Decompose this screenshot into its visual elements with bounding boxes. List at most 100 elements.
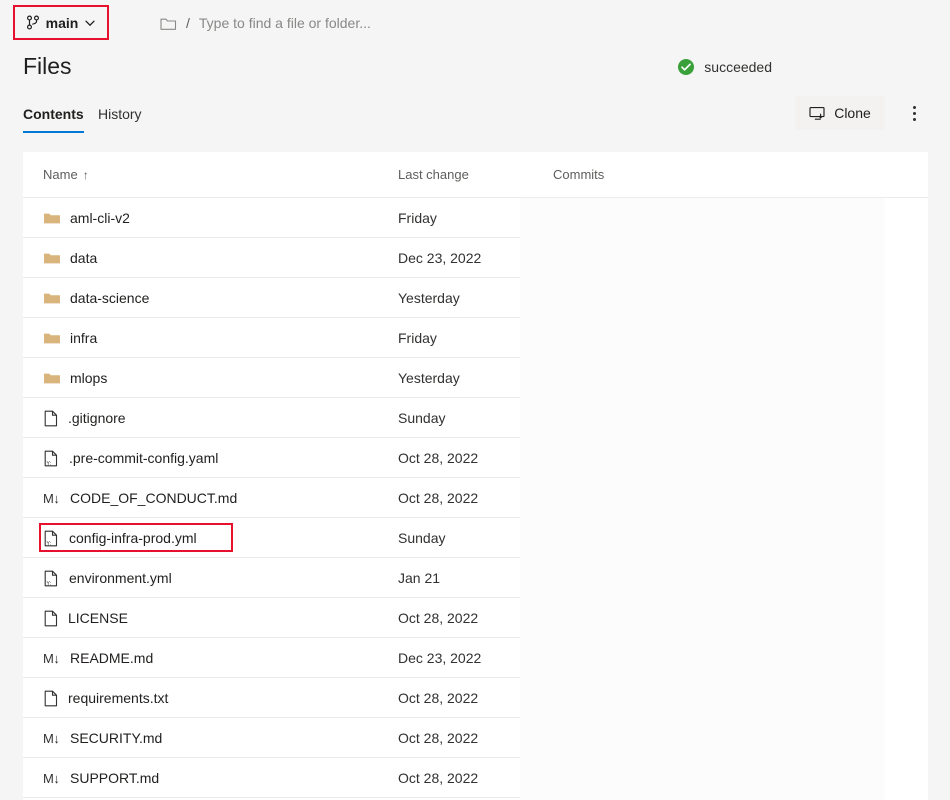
status-badge: succeeded: [677, 58, 772, 76]
sort-ascending-icon: ↑: [83, 168, 89, 182]
files-page: main / Files: [0, 0, 950, 800]
folder-icon: [43, 331, 61, 346]
last-change-label: Dec 23, 2022: [398, 650, 481, 666]
last-change-label: Oct 28, 2022: [398, 770, 478, 786]
file-name-label: .pre-commit-config.yaml: [69, 450, 218, 466]
yaml-file-icon: Y:: [43, 570, 60, 587]
table-row[interactable]: M↓CODE_OF_CONDUCT.md Oct 28, 2022: [23, 478, 928, 518]
table-row[interactable]: M↓ SUPPORT.md Oct 28, 2022: [23, 758, 928, 798]
tab-contents[interactable]: Contents: [23, 95, 84, 133]
file-name-cell[interactable]: M↓ SECURITY.md: [43, 730, 162, 746]
last-change-label: Yesterday: [398, 370, 460, 386]
file-name-label: LICENSE: [68, 610, 128, 626]
folder-icon: [43, 211, 61, 226]
file-icon: [43, 690, 59, 707]
page-header: Files succeeded Clone: [0, 45, 950, 93]
page-title: Files: [23, 53, 72, 80]
table-row[interactable]: infra Friday: [23, 318, 928, 358]
git-branch-icon: [26, 15, 40, 30]
column-header-last-change[interactable]: Last change: [398, 167, 469, 182]
markdown-icon: M↓: [43, 491, 61, 506]
last-change-label: Dec 23, 2022: [398, 250, 481, 266]
file-name-cell[interactable]: Y: environment.yml: [43, 570, 172, 587]
last-change-label: Sunday: [398, 530, 445, 546]
last-change-cell: Oct 28, 2022: [398, 490, 478, 506]
file-name-label: environment.yml: [69, 570, 172, 586]
file-name-cell[interactable]: Y: .pre-commit-config.yaml: [43, 450, 218, 467]
column-header-name-label: Name: [43, 167, 78, 182]
folder-icon: [43, 371, 61, 386]
tab-history[interactable]: History: [98, 95, 142, 133]
table-row[interactable]: Y: environment.yml Jan 21: [23, 558, 928, 598]
file-name-cell[interactable]: mlops: [43, 370, 107, 386]
file-name-label: requirements.txt: [68, 690, 168, 706]
file-path-search-area: /: [160, 10, 529, 36]
file-name-label: SUPPORT.md: [70, 770, 159, 786]
last-change-label: Friday: [398, 210, 437, 226]
branch-name-label: main: [46, 15, 79, 31]
table-row[interactable]: LICENSE Oct 28, 2022: [23, 598, 928, 638]
file-name-cell[interactable]: M↓CODE_OF_CONDUCT.md: [43, 490, 237, 506]
file-name-cell[interactable]: .gitignore: [43, 410, 126, 427]
tab-contents-label: Contents: [23, 106, 84, 122]
column-header-last-change-label: Last change: [398, 167, 469, 182]
markdown-icon: M↓: [43, 651, 61, 666]
last-change-cell: Dec 23, 2022: [398, 250, 481, 266]
last-change-cell: Yesterday: [398, 290, 460, 306]
file-name-cell[interactable]: infra: [43, 330, 97, 346]
last-change-cell: Yesterday: [398, 370, 460, 386]
file-name-cell[interactable]: Y: config-infra-prod.yml: [43, 530, 197, 547]
tab-bar: Contents History: [0, 95, 950, 135]
column-header-name[interactable]: Name ↑: [43, 167, 89, 182]
last-change-label: Yesterday: [398, 290, 460, 306]
file-name-cell[interactable]: M↓ README.md: [43, 650, 153, 666]
table-row[interactable]: requirements.txtOct 28, 2022: [23, 678, 928, 718]
last-change-cell: Sunday: [398, 530, 445, 546]
top-bar: main /: [0, 0, 950, 45]
column-header-commits-label: Commits: [553, 167, 604, 182]
table-header-row: Name ↑ Last change Commits: [23, 152, 928, 198]
table-row[interactable]: M↓ SECURITY.md Oct 28, 2022: [23, 718, 928, 758]
status-text: succeeded: [704, 59, 772, 75]
file-name-cell[interactable]: requirements.txt: [43, 690, 168, 707]
search-input[interactable]: [199, 15, 529, 31]
table-row[interactable]: .gitignore Sunday: [23, 398, 928, 438]
branch-selector-highlight: main: [13, 5, 109, 40]
last-change-cell: Sunday: [398, 410, 445, 426]
last-change-cell: Friday: [398, 210, 437, 226]
markdown-icon: M↓: [43, 731, 61, 746]
file-name-cell[interactable]: data: [43, 250, 97, 266]
file-name-label: SECURITY.md: [70, 730, 162, 746]
last-change-cell: Jan 21: [398, 570, 440, 586]
file-name-label: data-science: [70, 290, 149, 306]
branch-selector[interactable]: main: [20, 13, 103, 33]
table-row[interactable]: data Dec 23, 2022: [23, 238, 928, 278]
last-change-label: Oct 28, 2022: [398, 730, 478, 746]
last-change-label: Oct 28, 2022: [398, 610, 478, 626]
path-separator: /: [186, 15, 190, 31]
file-name-label: README.md: [70, 650, 153, 666]
file-name-label: mlops: [70, 370, 107, 386]
file-name-cell[interactable]: aml-cli-v2: [43, 210, 130, 226]
file-name-cell[interactable]: M↓ SUPPORT.md: [43, 770, 159, 786]
svg-text:Y:: Y:: [46, 461, 51, 467]
table-row[interactable]: Y:.pre-commit-config.yamlOct 28, 2022: [23, 438, 928, 478]
table-row[interactable]: Y: config-infra-prod.yml Sunday: [23, 518, 928, 558]
table-row[interactable]: M↓ README.md Dec 23, 2022: [23, 638, 928, 678]
yaml-file-icon: Y:: [43, 450, 60, 467]
column-header-commits[interactable]: Commits: [553, 167, 604, 182]
chevron-down-icon: [84, 17, 96, 29]
table-row[interactable]: aml-cli-v2 Friday: [23, 198, 928, 238]
table-row[interactable]: data-science Yesterday: [23, 278, 928, 318]
file-name-label: config-infra-prod.yml: [69, 530, 197, 546]
markdown-icon: M↓: [43, 771, 61, 786]
table-row[interactable]: mlops Yesterday: [23, 358, 928, 398]
file-name-label: aml-cli-v2: [70, 210, 130, 226]
last-change-cell: Friday: [398, 330, 437, 346]
file-name-label: .gitignore: [68, 410, 126, 426]
yaml-file-icon: Y:: [43, 530, 60, 547]
file-icon: [43, 610, 59, 627]
folder-icon: [43, 251, 61, 266]
file-name-cell[interactable]: LICENSE: [43, 610, 128, 627]
file-name-cell[interactable]: data-science: [43, 290, 149, 306]
